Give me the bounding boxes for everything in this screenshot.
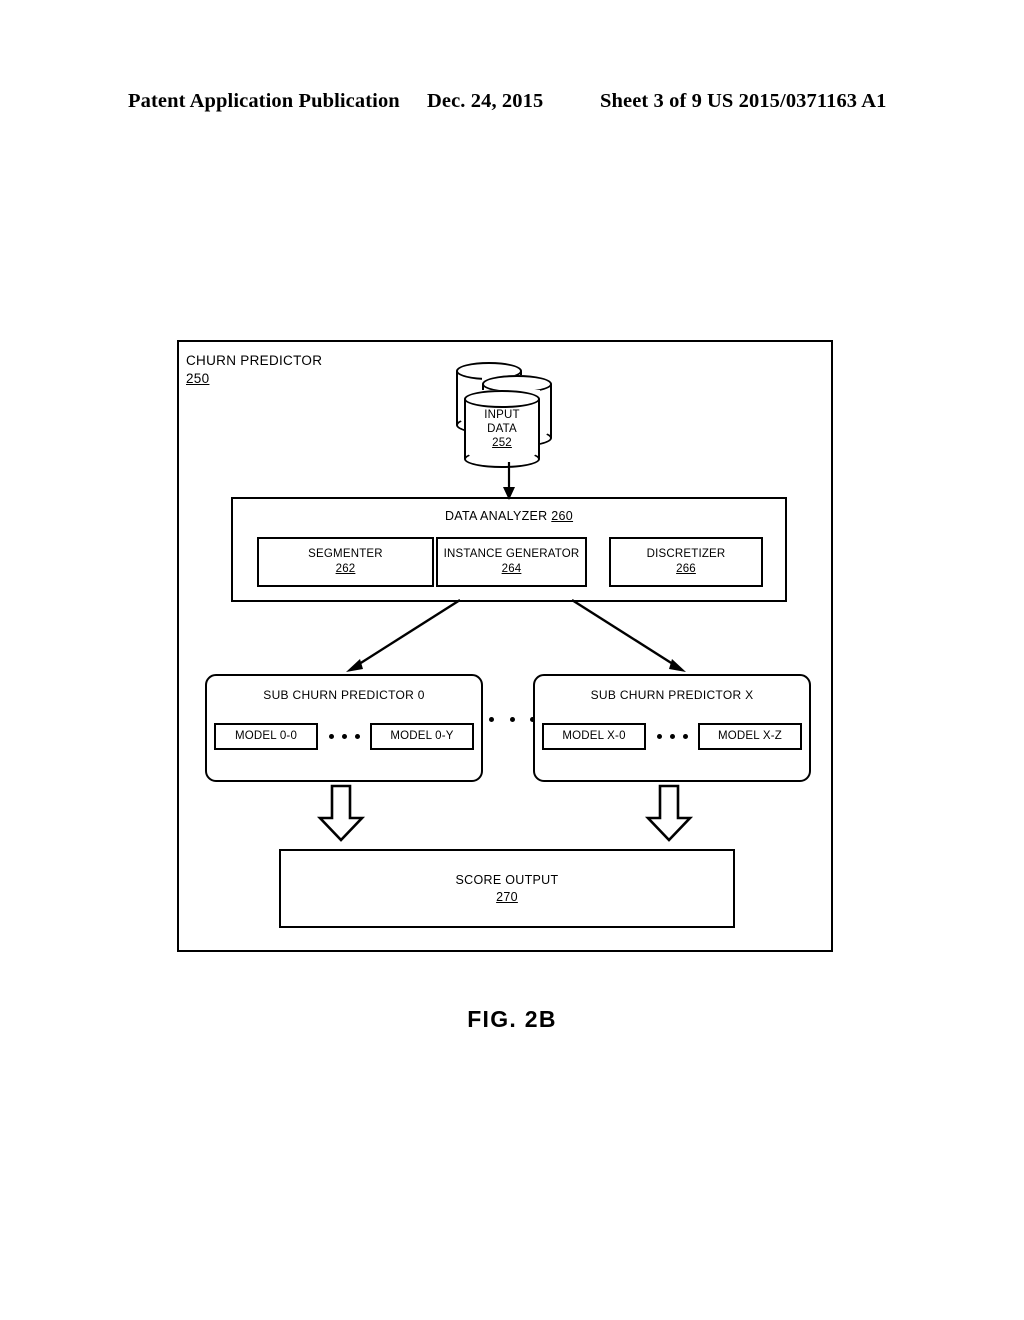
input-data-ref: 252 [492,437,512,449]
discretizer-label: DISCRETIZER [646,548,726,560]
data-analyzer-box: DATA ANALYZER 260 SEGMENTER 262 INSTANCE… [231,497,787,602]
arrow-input-data-to-data-analyzer [503,462,515,500]
score-output-title: SCORE OUTPUT [455,872,559,887]
ellipsis-dot [489,716,494,722]
sub-predictor-ellipsis [489,715,535,723]
figure-caption: FIG. 2B [467,1006,557,1032]
churn-predictor-ref: 250 [186,371,210,386]
ellipsis-dot [682,733,688,739]
instance-generator-label: INSTANCE GENERATOR [443,548,580,560]
figure-2b: CHURN PREDICTOR 250 INPUT DATA 252 DATA … [0,0,1024,1320]
discretizer-box: DISCRETIZER 266 [609,537,763,587]
ellipsis-dot [669,733,675,739]
arrow-line-right [571,598,677,668]
model-x-0-box: MODEL X-0 [542,722,646,750]
sub-churn-predictor-x-box: SUB CHURN PREDICTOR X MODEL X-0 MODEL X-… [533,674,811,782]
input-data-line-2: DATA [487,423,517,435]
sub-churn-predictor-0-title: SUB CHURN PREDICTOR 0 [263,688,425,702]
arrow-head-right [669,659,686,672]
sub-churn-predictor-0-box: SUB CHURN PREDICTOR 0 MODEL 0-0 MODEL 0-… [205,674,483,782]
instance-generator-box: INSTANCE GENERATOR 264 [436,537,587,587]
data-analyzer-ref: 260 [551,509,574,523]
model-ellipsis-0 [318,733,370,739]
sub-churn-predictor-x-model-row: MODEL X-0 MODEL X-Z [535,721,809,751]
discretizer-ref: 266 [676,563,696,575]
score-output-box: SCORE OUTPUT 270 [279,849,735,928]
model-0-y-box: MODEL 0-Y [370,722,474,750]
churn-predictor-title: CHURN PREDICTOR [186,353,323,368]
data-analyzer-title: DATA ANALYZER [444,509,548,523]
segmenter-box: SEGMENTER 262 [257,537,434,587]
arrows-data-analyzer-to-sub-predictors [346,598,686,672]
ellipsis-dot [341,733,347,739]
block-arrow-sub-predictor-0-to-score-output [316,784,366,842]
ellipsis-dot [328,733,334,739]
block-arrow-sub-predictor-x-to-score-output [644,784,694,842]
ellipsis-dot [354,733,360,739]
model-ellipsis-x [646,733,698,739]
instance-generator-ref: 264 [501,563,522,575]
input-data-label: INPUT DATA 252 [464,408,540,450]
ellipsis-dot [656,733,662,739]
segmenter-ref: 262 [335,563,356,575]
model-0-0-box: MODEL 0-0 [214,722,318,750]
score-output-ref: 270 [496,889,518,904]
input-data-line-1: INPUT [484,409,520,421]
segmenter-label: SEGMENTER [308,548,383,560]
model-x-z-box: MODEL X-Z [698,722,802,750]
input-data-cylinder-stack: INPUT DATA 252 [448,362,570,470]
arrow-head-left [346,659,363,672]
arrow-line-left [355,598,461,668]
ellipsis-dot [509,716,515,722]
sub-churn-predictor-0-model-row: MODEL 0-0 MODEL 0-Y [207,721,481,751]
sub-churn-predictor-x-title: SUB CHURN PREDICTOR X [590,688,754,702]
data-analyzer-title-row: DATA ANALYZER 260 [233,509,785,523]
churn-predictor-label: CHURN PREDICTOR 250 [186,353,322,387]
